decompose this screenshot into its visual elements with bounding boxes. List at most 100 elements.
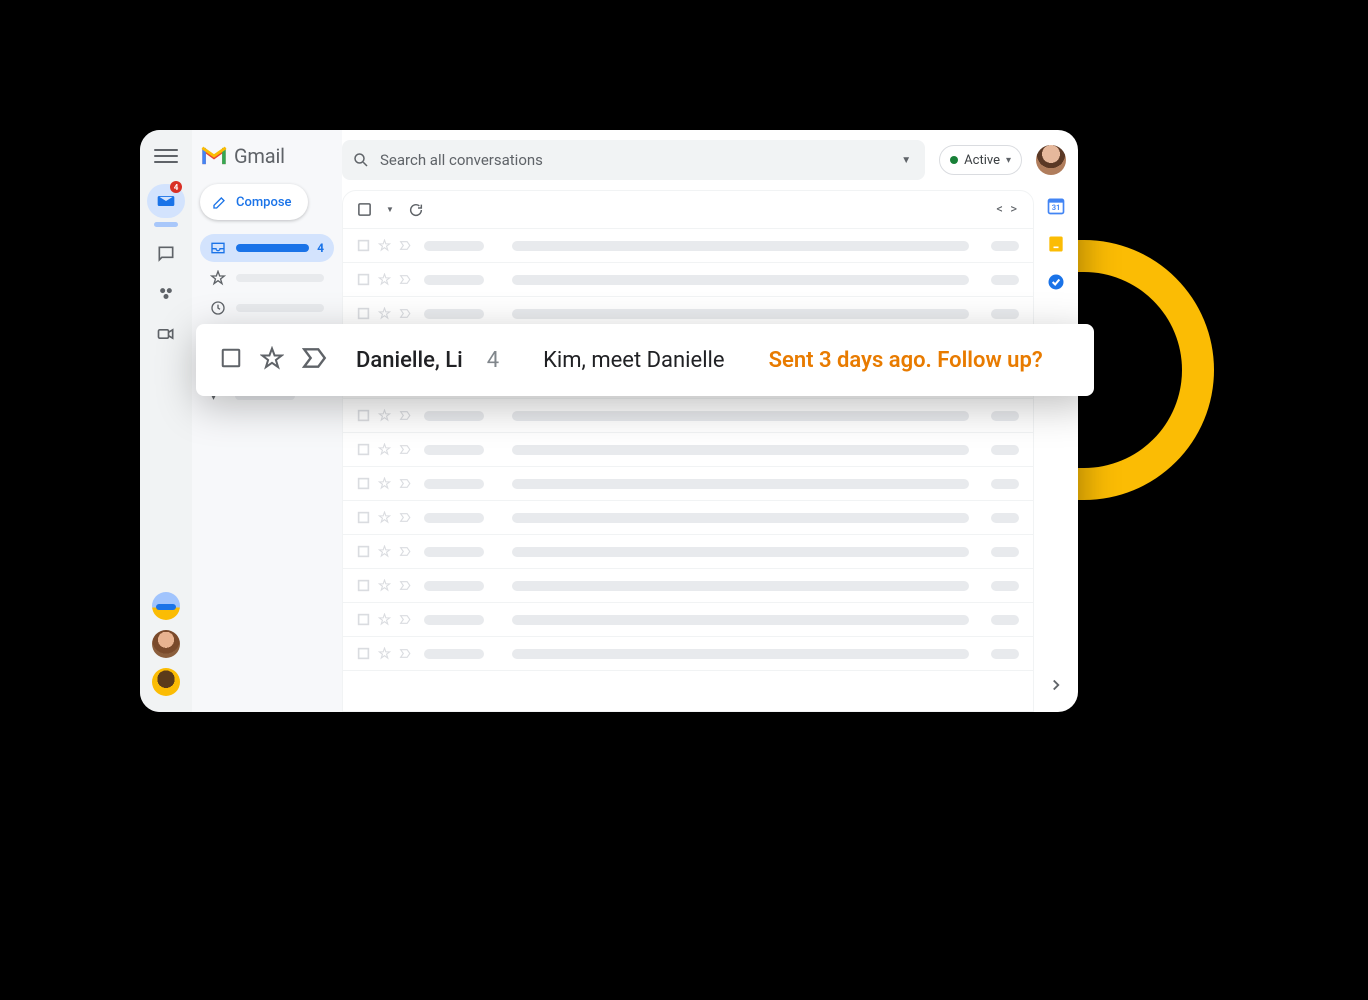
nav-snoozed[interactable]	[200, 294, 334, 322]
email-subject: Kim, meet Danielle	[543, 348, 724, 373]
nav-sidebar: Gmail Compose 4 ▾	[192, 130, 342, 712]
message-row[interactable]	[343, 229, 1033, 263]
keep-app-icon[interactable]	[1046, 234, 1066, 254]
message-row[interactable]	[343, 603, 1033, 637]
checkbox-icon[interactable]	[357, 443, 370, 456]
rail-mail-indicator	[154, 222, 178, 227]
message-row[interactable]	[343, 535, 1033, 569]
inbox-toolbar: ▼ < >	[343, 191, 1033, 229]
tasks-app-icon[interactable]	[1046, 272, 1066, 292]
top-bar: Search all conversations ▼ Active ▾	[342, 130, 1078, 190]
importance-icon[interactable]	[399, 647, 412, 660]
select-all-checkbox[interactable]	[357, 202, 372, 217]
sender-placeholder	[424, 649, 484, 659]
importance-icon[interactable]	[399, 579, 412, 592]
checkbox-icon[interactable]	[357, 477, 370, 490]
date-placeholder	[991, 513, 1019, 523]
checkbox-icon[interactable]	[357, 273, 370, 286]
mail-icon	[156, 191, 176, 211]
checkbox-icon[interactable]	[357, 239, 370, 252]
importance-icon[interactable]	[399, 409, 412, 422]
search-bar[interactable]: Search all conversations ▼	[342, 140, 925, 180]
nudge-email-row[interactable]: Danielle, Li 4 Kim, meet Danielle Sent 3…	[196, 324, 1094, 396]
rail-meet-button[interactable]	[147, 317, 185, 351]
email-nudge-text: Sent 3 days ago. Follow up?	[769, 348, 1043, 373]
date-placeholder	[991, 241, 1019, 251]
importance-icon[interactable]	[399, 545, 412, 558]
side-panel-toggle-icon[interactable]	[1047, 676, 1065, 698]
main-area: Search all conversations ▼ Active ▾ ▼ < …	[342, 130, 1078, 712]
checkbox-icon[interactable]	[357, 409, 370, 422]
subject-placeholder	[512, 479, 969, 489]
message-row[interactable]	[343, 263, 1033, 297]
importance-icon[interactable]	[399, 273, 412, 286]
star-icon[interactable]	[378, 545, 391, 558]
star-icon[interactable]	[260, 346, 284, 374]
checkbox-icon[interactable]	[357, 307, 370, 320]
app-title: Gmail	[200, 144, 330, 168]
importance-icon[interactable]	[399, 511, 412, 524]
sender-placeholder	[424, 547, 484, 557]
importance-icon[interactable]	[399, 239, 412, 252]
inbox-pager[interactable]: < >	[996, 202, 1019, 217]
message-row[interactable]	[343, 433, 1033, 467]
importance-icon[interactable]	[399, 443, 412, 456]
nav-inbox[interactable]: 4	[200, 234, 334, 262]
checkbox-icon[interactable]	[357, 579, 370, 592]
checkbox-icon[interactable]	[220, 347, 242, 373]
star-icon[interactable]	[378, 273, 391, 286]
chat-avatar-3[interactable]	[152, 668, 180, 696]
email-senders: Danielle, Li	[356, 348, 463, 373]
rail-mail-button[interactable]: 4	[147, 184, 185, 218]
main-menu-icon[interactable]	[154, 144, 178, 168]
star-icon[interactable]	[378, 307, 391, 320]
calendar-app-icon[interactable]: 31	[1046, 196, 1066, 216]
subject-placeholder	[512, 241, 969, 251]
refresh-icon[interactable]	[408, 202, 424, 218]
search-options-icon[interactable]: ▼	[897, 151, 915, 170]
star-icon[interactable]	[378, 409, 391, 422]
checkbox-icon[interactable]	[357, 511, 370, 524]
app-rail: 4	[140, 130, 192, 712]
subject-placeholder	[512, 309, 969, 319]
message-row[interactable]	[343, 399, 1033, 433]
checkbox-icon[interactable]	[357, 545, 370, 558]
sender-placeholder	[424, 309, 484, 319]
subject-placeholder	[512, 275, 969, 285]
status-selector[interactable]: Active ▾	[939, 145, 1022, 175]
chat-avatar-1[interactable]	[152, 592, 180, 620]
star-icon[interactable]	[378, 647, 391, 660]
rail-spaces-button[interactable]	[147, 277, 185, 311]
account-avatar[interactable]	[1036, 145, 1066, 175]
nav-starred[interactable]	[200, 264, 334, 292]
chat-avatar-2[interactable]	[152, 630, 180, 658]
star-icon[interactable]	[378, 613, 391, 626]
message-row[interactable]	[343, 501, 1033, 535]
star-icon[interactable]	[378, 511, 391, 524]
importance-icon[interactable]	[399, 613, 412, 626]
select-dropdown-icon[interactable]: ▼	[386, 205, 394, 214]
importance-icon[interactable]	[399, 477, 412, 490]
subject-placeholder	[512, 513, 969, 523]
star-icon[interactable]	[378, 239, 391, 252]
star-icon[interactable]	[378, 443, 391, 456]
side-apps-bar: 31	[1034, 190, 1078, 712]
date-placeholder	[991, 445, 1019, 455]
gmail-logo-icon	[200, 145, 228, 167]
star-icon[interactable]	[378, 579, 391, 592]
checkbox-icon[interactable]	[357, 613, 370, 626]
message-row[interactable]	[343, 467, 1033, 501]
importance-icon[interactable]	[302, 347, 328, 373]
star-icon[interactable]	[378, 477, 391, 490]
message-row[interactable]	[343, 569, 1033, 603]
message-list	[343, 229, 1033, 711]
date-placeholder	[991, 411, 1019, 421]
compose-button[interactable]: Compose	[200, 184, 308, 220]
pencil-icon	[212, 194, 228, 210]
sender-placeholder	[424, 411, 484, 421]
importance-icon[interactable]	[399, 307, 412, 320]
date-placeholder	[991, 547, 1019, 557]
rail-chat-button[interactable]	[147, 237, 185, 271]
message-row[interactable]	[343, 637, 1033, 671]
checkbox-icon[interactable]	[357, 647, 370, 660]
